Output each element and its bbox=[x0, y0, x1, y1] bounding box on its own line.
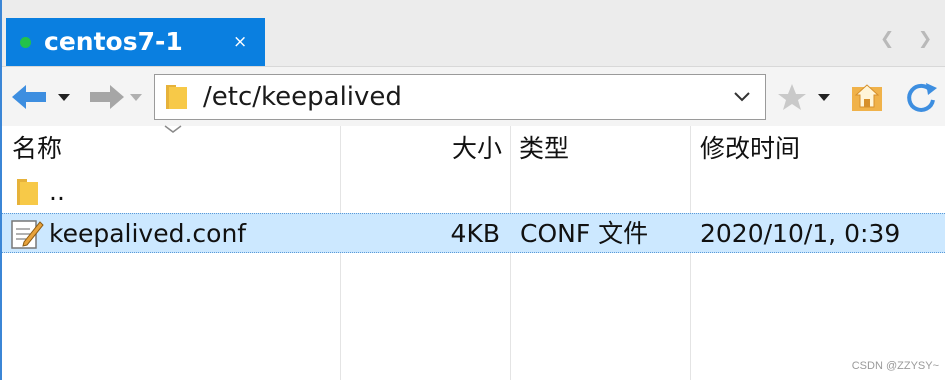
tab-centos7-1[interactable]: centos7-1 × bbox=[6, 18, 265, 66]
forward-arrow-icon[interactable] bbox=[88, 84, 124, 110]
file-list: 名称 大小 类型 修改时间 .. keepalived.conf 4KB CON… bbox=[2, 125, 945, 380]
file-type: CONF 文件 bbox=[520, 219, 649, 248]
file-name: keepalived.conf bbox=[49, 219, 247, 248]
list-item-parent-directory[interactable]: .. bbox=[2, 171, 945, 213]
file-transfer-window: centos7-1 × ❮ ❯ /etc/keepalived 名称 大小 类型… bbox=[0, 0, 945, 380]
back-history-dropdown-icon[interactable] bbox=[58, 94, 70, 102]
file-name: .. bbox=[49, 177, 65, 206]
file-modified: 2020/10/1, 0:39 bbox=[700, 219, 901, 248]
address-bar[interactable]: /etc/keepalived bbox=[154, 74, 766, 120]
bookmark-dropdown-icon[interactable] bbox=[818, 94, 830, 102]
file-size: 4KB bbox=[450, 219, 500, 248]
tab-strip: centos7-1 × ❮ ❯ bbox=[2, 0, 945, 66]
chevron-down-icon[interactable] bbox=[733, 85, 751, 107]
tab-title: centos7-1 bbox=[44, 27, 183, 56]
tab-scroll-left-icon[interactable]: ❮ bbox=[880, 27, 894, 51]
sort-caret-icon bbox=[164, 125, 182, 133]
forward-history-dropdown-icon[interactable] bbox=[130, 94, 142, 102]
navigation-toolbar: /etc/keepalived bbox=[2, 66, 945, 126]
text-file-icon bbox=[11, 220, 44, 249]
column-header-name[interactable]: 名称 bbox=[12, 126, 62, 171]
column-header-type[interactable]: 类型 bbox=[519, 126, 569, 171]
back-arrow-icon[interactable] bbox=[12, 84, 48, 110]
folder-icon bbox=[166, 85, 187, 109]
star-icon[interactable] bbox=[777, 83, 807, 111]
address-path: /etc/keepalived bbox=[203, 82, 402, 112]
folder-icon bbox=[17, 179, 38, 205]
tab-close-button[interactable]: × bbox=[233, 30, 247, 54]
watermark-text: CSDN @ZZYSY~ bbox=[851, 360, 939, 372]
home-folder-icon[interactable] bbox=[850, 81, 884, 113]
connection-status-icon bbox=[20, 37, 31, 48]
column-header-modified[interactable]: 修改时间 bbox=[700, 126, 800, 171]
tab-scroll-right-icon[interactable]: ❯ bbox=[918, 27, 932, 51]
refresh-icon[interactable] bbox=[904, 80, 938, 114]
column-header-size[interactable]: 大小 bbox=[340, 126, 502, 171]
list-item-keepalived-conf[interactable]: keepalived.conf 4KB CONF 文件 2020/10/1, 0… bbox=[2, 213, 945, 253]
column-header-row: 名称 大小 类型 修改时间 bbox=[2, 125, 945, 171]
